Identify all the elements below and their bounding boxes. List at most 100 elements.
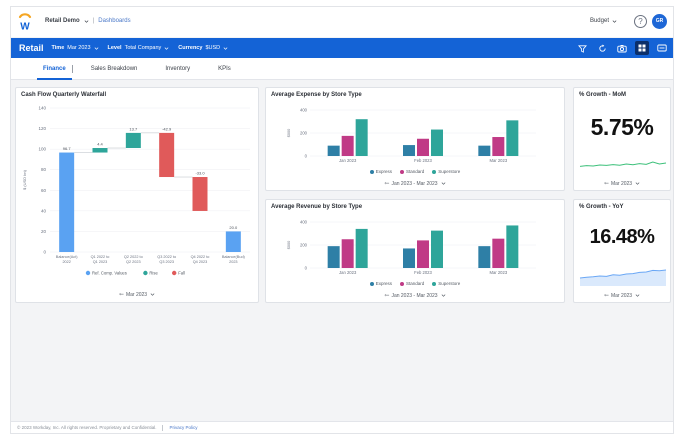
x-tick-label: Q3 2023 bbox=[159, 260, 174, 264]
x-tick-label: Q2 2022 to bbox=[124, 255, 143, 259]
expense-chart: 0 200 400 $000 Jan 2023 Feb 2023 Mar 2023 bbox=[287, 108, 536, 163]
x-tick-label: Mar 2023 bbox=[489, 158, 507, 163]
chevron-down-icon bbox=[635, 182, 640, 185]
filter-bar: Retail Time Mar 2023 Level Total Company… bbox=[11, 38, 673, 58]
bar-superstore bbox=[506, 225, 519, 268]
more-icon[interactable] bbox=[655, 41, 669, 55]
y-tick-label: 200 bbox=[300, 131, 308, 136]
y-axis-label: $000 bbox=[287, 129, 291, 137]
help-icon[interactable]: ? bbox=[634, 15, 647, 28]
camera-icon[interactable] bbox=[615, 41, 629, 55]
kpi-mom-sparkline bbox=[579, 161, 667, 167]
legend-label: Fall bbox=[178, 271, 185, 276]
y-tick-label: 100 bbox=[38, 147, 46, 152]
waterfall-period[interactable]: ⇽ Mar 2023 bbox=[16, 291, 258, 298]
expense-legend: Express Standard Superstore bbox=[266, 169, 564, 174]
y-tick-label: 400 bbox=[300, 108, 308, 113]
y-tick-label: 200 bbox=[300, 243, 308, 248]
legend-express: Express bbox=[369, 169, 392, 174]
bar-express bbox=[327, 145, 340, 156]
kpi-yoy-sparkline bbox=[579, 269, 667, 286]
filter-level[interactable]: Level Total Company bbox=[108, 45, 170, 51]
tab-bar: Finance Sales Breakdown Inventory KPIs bbox=[11, 58, 673, 80]
period-prev-icon[interactable]: ⇽ bbox=[384, 292, 389, 299]
filter-time-value[interactable]: Mar 2023 bbox=[67, 45, 90, 51]
period-prev-icon[interactable]: ⇽ bbox=[604, 180, 609, 187]
period-prev-icon[interactable]: ⇽ bbox=[384, 180, 389, 187]
legend-standard: Standard bbox=[399, 281, 424, 286]
legend-standard-label: Standard bbox=[405, 169, 425, 174]
kpi-mom-period[interactable]: ⇽ Mar 2023 bbox=[574, 180, 670, 187]
refresh-icon[interactable] bbox=[595, 41, 609, 55]
bar-express bbox=[478, 145, 491, 156]
breadcrumb-dashboards[interactable]: Dashboards bbox=[98, 18, 130, 24]
breadcrumb-separator: | bbox=[92, 18, 95, 24]
bar-standard bbox=[417, 138, 429, 156]
bar-superstore bbox=[355, 228, 368, 268]
budget-selector[interactable]: Budget bbox=[590, 18, 617, 24]
kpi-yoy-period[interactable]: ⇽ Mar 2023 bbox=[574, 292, 670, 299]
period-prev-icon[interactable]: ⇽ bbox=[604, 292, 609, 299]
x-tick-label: Q1 2023 bbox=[93, 260, 108, 264]
bar-standard bbox=[341, 239, 354, 268]
kpi-mom-value: 5.75% bbox=[590, 114, 654, 140]
sparkline-area bbox=[580, 270, 666, 286]
bar-superstore bbox=[506, 120, 519, 156]
bar-superstore bbox=[431, 230, 443, 268]
expense-title: Average Expense by Store Type bbox=[271, 92, 362, 98]
waterfall-bar bbox=[59, 152, 75, 252]
y-tick-label: 80 bbox=[41, 167, 47, 172]
x-tick-label: Balance(Act) bbox=[56, 255, 78, 259]
y-tick-label: 400 bbox=[300, 220, 308, 225]
sparkline bbox=[579, 161, 667, 167]
waterfall-bar bbox=[125, 132, 141, 149]
x-tick-label: Q4 2023 bbox=[193, 260, 208, 264]
chevron-down-icon bbox=[441, 294, 445, 297]
legend-dot bbox=[85, 270, 91, 276]
expense-period[interactable]: ⇽ Jan 2023 - Mar 2023 bbox=[266, 180, 564, 187]
kpi-yoy-title: % Growth - YoY bbox=[579, 204, 624, 210]
workday-logo[interactable]: W bbox=[17, 13, 33, 31]
filter-level-value[interactable]: Total Company bbox=[125, 45, 162, 51]
company-selector[interactable]: Retail Demo | Dashboards bbox=[45, 18, 131, 24]
period-prev-icon[interactable]: ⇽ bbox=[119, 291, 124, 298]
revenue-period[interactable]: ⇽ Jan 2023 - Mar 2023 bbox=[266, 292, 564, 299]
legend-express: Express bbox=[369, 281, 392, 286]
app-bar: W Retail Demo | Dashboards Budget ? GR bbox=[11, 7, 673, 37]
tab-finance[interactable]: Finance bbox=[29, 58, 80, 80]
bar-express bbox=[478, 246, 491, 268]
y-tick-label: 140 bbox=[38, 106, 46, 111]
filter-currency[interactable]: Currency $USD bbox=[178, 45, 228, 51]
bar-express bbox=[327, 246, 340, 268]
data-label: -42.9 bbox=[162, 126, 172, 131]
kpi-mom-period-label: Mar 2023 bbox=[610, 180, 633, 187]
legend-superstore: Superstore bbox=[432, 281, 460, 286]
filter-icon[interactable] bbox=[575, 41, 589, 55]
tab-sales-breakdown[interactable]: Sales Breakdown bbox=[77, 58, 152, 80]
grid-icon[interactable] bbox=[635, 41, 649, 55]
filter-time[interactable]: Time Mar 2023 bbox=[52, 45, 99, 51]
revenue-title: Average Revenue by Store Type bbox=[271, 204, 363, 210]
x-tick-label: 2022 bbox=[62, 260, 70, 264]
privacy-policy-link[interactable]: Privacy Policy bbox=[169, 425, 197, 430]
waterfall-title: Cash Flow Quarterly Waterfall bbox=[21, 92, 107, 98]
tab-inventory[interactable]: Inventory bbox=[151, 58, 204, 80]
waterfall-bar bbox=[192, 177, 208, 211]
x-tick-label: Q2 2023 bbox=[126, 260, 141, 264]
x-tick-label: Q4 2022 to bbox=[191, 255, 210, 259]
company-name[interactable]: Retail Demo bbox=[45, 18, 80, 24]
legend-superstore-label: Superstore bbox=[438, 281, 461, 286]
y-tick-label: 0 bbox=[305, 266, 308, 271]
y-tick-label: 60 bbox=[41, 188, 47, 193]
legend-dot bbox=[172, 270, 177, 276]
toolbar-icons bbox=[575, 41, 669, 55]
chevron-down-icon bbox=[612, 19, 617, 23]
y-axis-label: $000 bbox=[287, 241, 291, 249]
filter-currency-value[interactable]: $USD bbox=[205, 45, 220, 51]
kpi-yoy-card: % Growth - YoY 16.48% ⇽ Mar 2023 bbox=[573, 199, 671, 303]
x-tick-label: 2023 bbox=[229, 260, 237, 264]
y-tick-label: 0 bbox=[43, 250, 46, 255]
avatar[interactable]: GR bbox=[652, 14, 667, 29]
tab-kpis[interactable]: KPIs bbox=[204, 58, 245, 80]
waterfall-card: Cash Flow Quarterly Waterfall 0 20 40 60 80 1… bbox=[15, 87, 259, 303]
